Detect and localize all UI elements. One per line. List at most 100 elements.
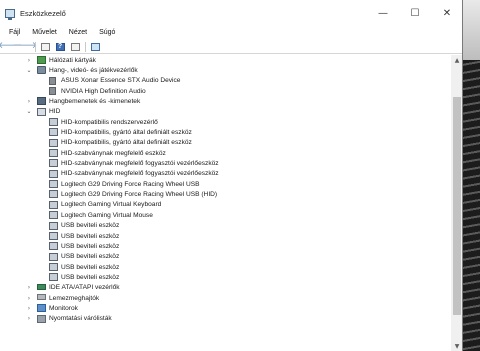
tree-category[interactable]: ⌄ Hang-, videó- és játékvezérlők [0,65,451,75]
forward-button[interactable]: 🡒 [13,41,37,52]
view-button[interactable] [69,41,81,52]
toolbar-separator [35,41,36,52]
tree-device[interactable]: Logitech G29 Driving Force Racing Wheel … [0,189,451,199]
help-button[interactable]: ? [54,41,66,52]
window-controls: — ☐ ✕ [367,0,462,26]
speaker-icon [49,76,56,85]
speaker-icon [49,87,56,96]
network-adapter-icon [37,56,46,64]
tree-item-label: Monitorok [49,304,78,312]
scrollbar-thumb[interactable] [453,97,461,315]
expand-chevron-icon[interactable]: › [25,98,33,105]
hid-device-icon [49,169,58,178]
tree-device[interactable]: HID-kompatibilis, gyártó által definiált… [0,138,451,148]
toolbar: 🡐 🡒 ? [0,40,462,54]
device-tree[interactable]: › Hálózati kártyák ⌄ Hang-, videó- és játék… [0,55,451,351]
hid-icon [37,107,46,116]
device-manager-window: Eszközkezelő — ☐ ✕ Fájl Művelet Nézet Sú… [0,0,463,351]
hid-device-icon [49,252,58,261]
expand-chevron-icon[interactable]: › [25,305,33,312]
tree-device[interactable]: USB beviteli eszköz [0,272,451,282]
vertical-scrollbar[interactable]: ▲ ▼ [451,55,462,351]
hid-device-icon [49,231,58,240]
collapse-chevron-icon[interactable]: ⌄ [25,67,33,74]
tree-item-label: NVIDIA High Definition Audio [61,87,146,95]
expand-chevron-icon[interactable]: › [25,295,33,302]
tree-item-label: HID-szabványnak megfelelő fogyasztói vez… [61,170,219,178]
tree-item-label: Logitech Gaming Virtual Keyboard [61,201,162,209]
tree-device[interactable]: Logitech Gaming Virtual Mouse [0,210,451,220]
hid-device-icon [49,200,58,209]
tree-category[interactable]: › Monitorok [0,303,451,313]
tree-device[interactable]: HID-szabványnak megfelelő fogyasztói vez… [0,158,451,168]
ide-controller-icon [37,283,46,290]
tree-device[interactable]: USB beviteli eszköz [0,252,451,262]
tree-device[interactable]: USB beviteli eszköz [0,241,451,251]
tree-item-label: IDE ATA/ATAPI vezérlők [49,284,120,292]
hid-device-icon [49,262,58,271]
hid-device-icon [49,138,58,147]
hid-device-icon [49,190,58,199]
tree-category[interactable]: › IDE ATA/ATAPI vezérlők [0,283,451,293]
tree-item-label: ASUS Xonar Essence STX Audio Device [61,77,181,85]
tree-device[interactable]: HID-szabványnak megfelelő fogyasztói vez… [0,169,451,179]
scroll-down-icon[interactable]: ▼ [451,341,462,351]
view-icon [70,42,80,51]
toolbar-separator [85,41,86,52]
tree-category[interactable]: › Lemezmeghajtók [0,293,451,303]
tree-category[interactable]: › Hálózati kártyák [0,55,451,65]
tree-item-label: Hálózati kártyák [49,56,96,64]
close-button[interactable]: ✕ [431,0,462,26]
properties-icon [40,42,50,51]
tree-device[interactable]: NVIDIA High Definition Audio [0,86,451,96]
tree-device[interactable]: HID-kompatibilis, gyártó által definiált… [0,127,451,137]
scan-hardware-button[interactable] [89,41,101,52]
menu-view[interactable]: Nézet [63,29,93,36]
hid-device-icon [49,149,58,158]
hid-device-icon [49,118,58,127]
hid-device-icon [49,221,58,230]
tree-category[interactable]: › Hangbemenetek és -kimenetek [0,96,451,106]
menu-help[interactable]: Súgó [93,29,121,36]
tree-device[interactable]: HID-kompatibilis rendszervezérlő [0,117,451,127]
hid-device-icon [49,273,58,282]
tree-device[interactable]: Logitech Gaming Virtual Keyboard [0,200,451,210]
hid-device-icon [49,128,58,137]
expand-chevron-icon[interactable]: › [25,284,33,291]
tree-item-label: HID-szabványnak megfelelő eszköz [61,149,166,157]
hid-device-icon [49,180,58,189]
properties-button[interactable] [39,41,51,52]
tree-category[interactable]: ⌄ HID [0,107,451,117]
tree-device[interactable]: USB beviteli eszköz [0,221,451,231]
tree-item-label: Logitech G29 Driving Force Racing Wheel … [61,191,218,199]
tree-item-label: HID-kompatibilis, gyártó által definiált… [61,129,192,137]
minimize-button[interactable]: — [367,0,399,26]
monitor-icon [37,304,46,313]
tree-item-label: USB beviteli eszköz [61,273,120,281]
tree-device[interactable]: HID-szabványnak megfelelő eszköz [0,148,451,158]
tree-device[interactable]: Logitech G29 Driving Force Racing Wheel … [0,179,451,189]
tree-item-label: Hangbemenetek és -kimenetek [49,98,141,106]
help-icon: ? [55,42,65,51]
menu-action[interactable]: Művelet [26,29,63,36]
title-bar[interactable]: Eszközkezelő — ☐ ✕ [0,0,462,26]
disk-drive-icon [37,293,46,300]
tree-device[interactable]: USB beviteli eszköz [0,231,451,241]
tree-item-label: Logitech Gaming Virtual Mouse [61,211,153,219]
tree-item-label: USB beviteli eszköz [61,222,120,230]
collapse-chevron-icon[interactable]: ⌄ [25,108,33,115]
expand-chevron-icon[interactable]: › [25,315,33,322]
audio-io-icon [37,97,46,106]
tree-item-label: Logitech G29 Driving Force Racing Wheel … [61,180,200,188]
tree-item-label: USB beviteli eszköz [61,242,120,250]
device-manager-app-icon [5,8,15,20]
tree-device[interactable]: USB beviteli eszköz [0,262,451,272]
menu-file[interactable]: Fájl [3,29,26,36]
maximize-button[interactable]: ☐ [399,0,431,26]
tree-device[interactable]: ASUS Xonar Essence STX Audio Device [0,76,451,86]
expand-chevron-icon[interactable]: › [25,57,33,64]
scroll-up-icon[interactable]: ▲ [451,55,462,65]
tree-category[interactable]: › Nyomtatási várólisták [0,314,451,324]
scan-hardware-icon [90,42,100,51]
tree-item-label: HID [49,108,61,116]
